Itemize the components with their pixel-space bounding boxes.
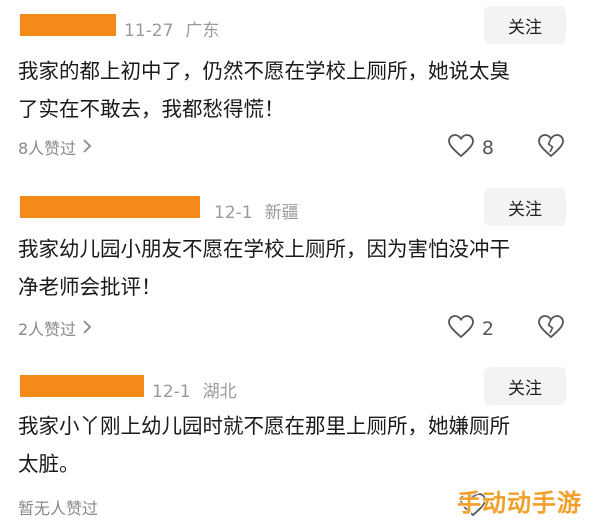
- like-control[interactable]: 2: [448, 315, 494, 343]
- comment-date: 12-1: [152, 382, 191, 402]
- likes-text: 2人赞过: [18, 320, 77, 339]
- comment-date: 12-1: [214, 203, 253, 223]
- broken-heart-icon[interactable]: [538, 134, 564, 162]
- comment-date: 11-27: [124, 21, 174, 41]
- username-redacted[interactable]: [20, 196, 200, 218]
- comment-text-line: 太脏。: [18, 452, 80, 476]
- follow-button[interactable]: 关注: [484, 367, 566, 405]
- heart-count: 2: [481, 318, 494, 340]
- comment-text: 我家幼儿园小朋友不愿在学校上厕所，因为害怕没冲干 净老师会批评！: [18, 230, 578, 306]
- comment-text-line: 我家小丫刚上幼儿园时就不愿在那里上厕所，她嫌厕所: [18, 414, 510, 438]
- username-redacted[interactable]: [20, 14, 116, 36]
- comment-item: 12-1 新疆 关注 我家幼儿园小朋友不愿在学校上厕所，因为害怕没冲干 净老师会批…: [0, 188, 594, 366]
- username-redacted[interactable]: [20, 375, 144, 397]
- comment-text: 我家小丫刚上幼儿园时就不愿在那里上厕所，她嫌厕所 太脏。: [18, 407, 578, 483]
- comment-text-line: 我家幼儿园小朋友不愿在学校上厕所，因为害怕没冲干: [18, 237, 510, 261]
- heart-icon[interactable]: [448, 134, 474, 162]
- broken-heart-icon[interactable]: [538, 315, 564, 343]
- comment-text-line: 了实在不敢去，我都愁得慌！: [18, 97, 285, 121]
- comment-meta: 11-27 广东: [124, 16, 219, 41]
- follow-button[interactable]: 关注: [484, 6, 566, 44]
- chevron-right-icon: [82, 318, 92, 339]
- heart-count: 8: [481, 137, 494, 159]
- follow-button[interactable]: 关注: [484, 188, 566, 226]
- comment-text-line: 净老师会批评！: [18, 275, 162, 299]
- heart-icon[interactable]: [448, 315, 474, 343]
- like-control[interactable]: 8: [448, 134, 494, 162]
- comment-location: 湖北: [202, 382, 237, 402]
- comment-meta: 12-1 湖北: [152, 377, 237, 402]
- comment-location: 广东: [185, 21, 220, 41]
- comment-text: 我家的都上初中了，仍然不愿在学校上厕所，她说太臭 了实在不敢去，我都愁得慌！: [18, 52, 578, 128]
- chevron-right-icon: [82, 137, 92, 158]
- likes-text: 8人赞过: [18, 139, 77, 158]
- likes-summary: 暂无人赞过: [18, 495, 98, 519]
- likes-summary[interactable]: 2人赞过: [18, 316, 92, 340]
- likes-summary[interactable]: 8人赞过: [18, 135, 92, 159]
- comment-meta: 12-1 新疆: [214, 198, 299, 223]
- likes-text: 暂无人赞过: [18, 499, 99, 518]
- comment-location: 新疆: [264, 203, 299, 223]
- comment-item: 11-27 广东 关注 我家的都上初中了，仍然不愿在学校上厕所，她说太臭 了实在不…: [0, 6, 594, 184]
- comment-text-line: 我家的都上初中了，仍然不愿在学校上厕所，她说太臭: [18, 59, 510, 83]
- watermark-logo: 手动动手游: [457, 489, 582, 517]
